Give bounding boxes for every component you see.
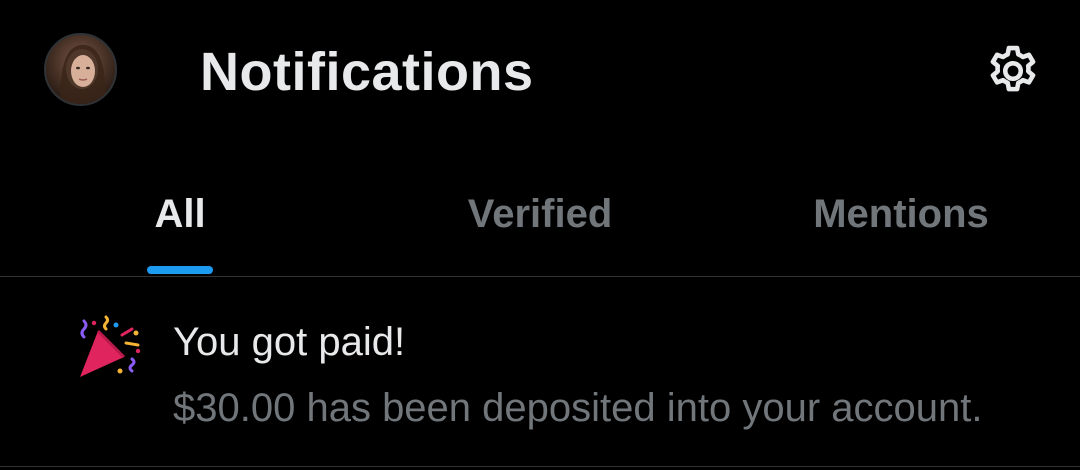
notification-tabs: All Verified Mentions bbox=[0, 170, 1080, 277]
tab-label: Verified bbox=[467, 192, 613, 236]
list-divider bbox=[0, 466, 1080, 467]
header: Notifications bbox=[0, 0, 1080, 140]
active-tab-indicator bbox=[147, 266, 213, 274]
gear-icon bbox=[990, 45, 1036, 92]
settings-button[interactable] bbox=[982, 40, 1044, 102]
notifications-screen: Notifications All Verified Mentions You … bbox=[0, 0, 1080, 470]
tab-verified[interactable]: Verified bbox=[440, 170, 640, 277]
notification-body: $30.00 has been deposited into your acco… bbox=[173, 386, 983, 430]
page-title: Notifications bbox=[200, 42, 534, 102]
tab-mentions[interactable]: Mentions bbox=[790, 170, 1012, 277]
tab-label: Mentions bbox=[813, 192, 989, 236]
notification-title: You got paid! bbox=[173, 320, 406, 364]
user-avatar[interactable] bbox=[44, 33, 117, 106]
avatar-image bbox=[60, 45, 106, 104]
party-popper-icon bbox=[76, 313, 144, 381]
tab-all[interactable]: All bbox=[130, 170, 230, 277]
notification-item[interactable]: You got paid! $30.00 has been deposited … bbox=[0, 277, 1080, 467]
tab-label: All bbox=[154, 192, 206, 236]
